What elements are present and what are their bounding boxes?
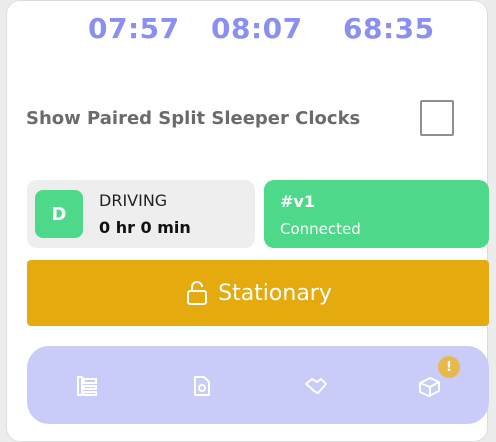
stationary-button[interactable]: Stationary — [27, 260, 489, 326]
split-sleeper-checkbox[interactable] — [420, 100, 454, 136]
vehicle-connection-card[interactable]: #v1 Connected — [264, 180, 489, 248]
lock-open-icon — [187, 281, 208, 305]
duty-status-badge: D — [35, 190, 83, 238]
package-icon[interactable] — [415, 372, 443, 400]
stationary-label: Stationary — [218, 280, 332, 306]
duty-status-title: DRIVING — [99, 191, 168, 210]
vehicle-id: #v1 — [280, 192, 315, 211]
duty-status-duration: 0 hr 0 min — [99, 218, 191, 237]
handshake-icon[interactable] — [302, 372, 330, 400]
bottom-nav: ! — [27, 346, 489, 424]
alert-badge: ! — [438, 356, 460, 378]
split-sleeper-row: Show Paired Split Sleeper Clocks — [26, 100, 454, 140]
clock-drive: 07:57 — [88, 12, 180, 45]
clocks-row: 07:57 08:07 68:35 — [6, 12, 488, 56]
duty-status-card[interactable]: D DRIVING 0 hr 0 min — [27, 180, 255, 248]
logs-icon[interactable] — [73, 372, 101, 400]
hos-card: 07:57 08:07 68:35 Show Paired Split Slee… — [6, 0, 489, 442]
clock-shift: 08:07 — [211, 12, 303, 45]
document-icon[interactable] — [187, 372, 215, 400]
clock-cycle: 68:35 — [343, 12, 435, 45]
connection-status: Connected — [280, 220, 361, 238]
split-sleeper-label: Show Paired Split Sleeper Clocks — [26, 108, 361, 129]
